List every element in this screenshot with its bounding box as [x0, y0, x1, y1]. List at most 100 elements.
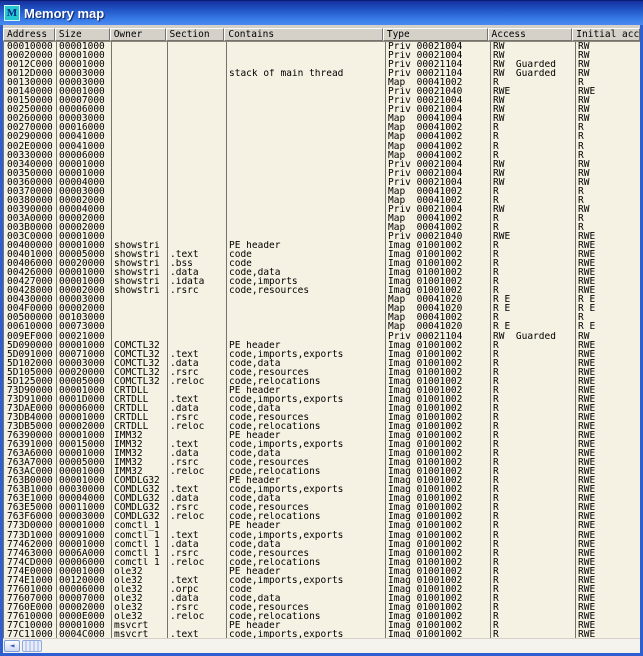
cell-access: R	[490, 476, 575, 485]
table-row[interactable]: 0035000000001000Priv 00021004RWRW	[4, 169, 640, 178]
table-row[interactable]: 0015000000007000Priv 00021004RWRW	[4, 96, 640, 105]
cell-contains	[226, 60, 385, 69]
table-row[interactable]: 73DB500000002000CRTDLL.reloccode,relocat…	[4, 422, 640, 431]
cell-owner	[111, 223, 167, 232]
column-header-size[interactable]: Size	[55, 28, 110, 41]
table-row[interactable]: 7760700000007000ole32.datacode,dataImag …	[4, 594, 640, 603]
table-row[interactable]: 0012D00000003000stack of main threadPriv…	[4, 69, 640, 78]
table-row[interactable]: 774E100000120000ole32.textcode,imports,e…	[4, 576, 640, 585]
scrollbar-thumb[interactable]	[22, 640, 42, 652]
column-header-initial_access[interactable]: Initial acc	[572, 28, 640, 41]
table-row[interactable]: 763B100000030000COMDLG32.textcode,import…	[4, 485, 640, 494]
column-header-address[interactable]: Address	[3, 28, 55, 41]
cell-section	[167, 114, 226, 123]
table-row[interactable]: 004F000000002000Map 00041020R ER E	[4, 304, 640, 313]
column-header-type[interactable]: Type	[383, 28, 488, 41]
table-row[interactable]: 0036000000004000Priv 00021004RWRW	[4, 178, 640, 187]
table-row[interactable]: 003A000000002000Map 00041002RR	[4, 214, 640, 223]
cell-owner	[111, 60, 167, 69]
table-row[interactable]: 77C1000000001000msvcrtPE headerImag 0100…	[4, 621, 640, 630]
table-row[interactable]: 7760100000006000ole32.orpccodeImag 01001…	[4, 585, 640, 594]
table-row[interactable]: 763F600000003000COMDLG32.reloccode,reloc…	[4, 512, 640, 521]
table-row[interactable]: 763B000000001000COMDLG32PE headerImag 01…	[4, 476, 640, 485]
table-row[interactable]: 0043000000003000Map 00041020R ER E	[4, 295, 640, 304]
column-header-owner[interactable]: Owner	[110, 28, 166, 41]
table-row[interactable]: 0013000000003000Map 00041002RR	[4, 78, 640, 87]
table-row[interactable]: 776100000000E000ole32.reloccode,relocati…	[4, 612, 640, 621]
table-row[interactable]: 77C110000004C000msvcrt.textcode,imports,…	[4, 630, 640, 638]
cell-size: 0000E000	[56, 612, 111, 621]
cell-owner: showstri	[111, 241, 167, 250]
table-row[interactable]: 0061000000073000Map 00041020R ER E	[4, 322, 640, 331]
cell-address: 77462000	[4, 540, 56, 549]
cell-section	[167, 60, 226, 69]
table-row[interactable]: 0040100000005000showstri.textcodeImag 01…	[4, 250, 640, 259]
memory-table-body[interactable]: 0001000000001000Priv 00021004RWRW0002000…	[3, 42, 640, 638]
table-row[interactable]: 009EF00000021000Priv 00021104RW GuardedR…	[4, 332, 640, 341]
cell-size: 00001000	[56, 160, 111, 169]
cell-section	[167, 313, 226, 322]
table-row[interactable]: 0042700000001000showstri.idatacode,impor…	[4, 277, 640, 286]
table-row[interactable]: 0012C00000001000Priv 00021104RW GuardedR…	[4, 60, 640, 69]
cell-owner	[111, 114, 167, 123]
table-row[interactable]: 0025000000006000Priv 00021004RWRW	[4, 105, 640, 114]
column-header-access[interactable]: Access	[488, 28, 573, 41]
cell-access: R	[490, 395, 575, 404]
table-row[interactable]: 0050000000103000Map 00041002RR	[4, 313, 640, 322]
table-row[interactable]: 73DAE00000006000CRTDLL.datacode,dataImag…	[4, 404, 640, 413]
table-row[interactable]: 0040000000001000showstriPE headerImag 01…	[4, 241, 640, 250]
table-row[interactable]: 763E100000004000COMDLG32.datacode,dataIm…	[4, 494, 640, 503]
cell-contains: code	[226, 259, 385, 268]
column-header-section[interactable]: Section	[166, 28, 225, 41]
table-row[interactable]: 7639000000001000IMM32PE headerImag 01001…	[4, 431, 640, 440]
table-row[interactable]: 774630000006A000comctl_1.rsrccode,resour…	[4, 549, 640, 558]
table-row[interactable]: 5D09100000071000COMCTL32.textcode,import…	[4, 350, 640, 359]
table-row[interactable]: 5D10200000003000COMCTL32.datacode,dataIm…	[4, 359, 640, 368]
table-row[interactable]: 5D10500000020000COMCTL32.rsrccode,resour…	[4, 368, 640, 377]
table-row[interactable]: 0039000000004000Priv 00021004RWRW	[4, 205, 640, 214]
table-row[interactable]: 0029000000041000Map 00041002RR	[4, 132, 640, 141]
window-body: AddressSizeOwnerSectionContainsTypeAcces…	[3, 25, 640, 653]
table-row[interactable]: 002E000000041000Map 00041002RR	[4, 142, 640, 151]
horizontal-scrollbar[interactable]: ◄	[3, 638, 640, 653]
table-row[interactable]: 0038000000002000Map 00041002RR	[4, 196, 640, 205]
column-header-contains[interactable]: Contains	[224, 28, 383, 41]
cell-contains	[226, 304, 385, 313]
table-row[interactable]: 773D000000001000comctl_1PE headerImag 01…	[4, 521, 640, 530]
table-row[interactable]: 0026000000003000Map 00041004RWRW	[4, 114, 640, 123]
table-row[interactable]: 774CD00000006000comctl_1.reloccode,reloc…	[4, 558, 640, 567]
cell-contains	[226, 187, 385, 196]
table-row[interactable]: 763A700000005000IMM32.rsrccode,resources…	[4, 458, 640, 467]
scroll-left-arrow-icon[interactable]: ◄	[4, 640, 20, 652]
table-row[interactable]: 7760E00000002000ole32.rsrccode,resources…	[4, 603, 640, 612]
table-row[interactable]: 0001000000001000Priv 00021004RWRW	[4, 42, 640, 51]
table-row[interactable]: 5D12500000005000COMCTL32.reloccode,reloc…	[4, 377, 640, 386]
memory-map-icon[interactable]: M	[5, 6, 19, 20]
table-row[interactable]: 5D09000000001000COMCTL32PE headerImag 01…	[4, 341, 640, 350]
table-row[interactable]: 773D100000091000comctl_1.textcode,import…	[4, 531, 640, 540]
table-row[interactable]: 73DB400000001000CRTDLL.rsrccode,resource…	[4, 413, 640, 422]
cell-initial_access: RW	[575, 96, 640, 105]
table-row[interactable]: 763A600000001000IMM32.datacode,dataImag …	[4, 449, 640, 458]
table-row[interactable]: 0042600000001000showstri.datacode,dataIm…	[4, 268, 640, 277]
table-row[interactable]: 7746200000001000comctl_1.datacode,dataIm…	[4, 540, 640, 549]
table-row[interactable]: 0040600000020000showstri.bsscodeImag 010…	[4, 259, 640, 268]
table-row[interactable]: 73D910000001D000CRTDLL.textcode,imports,…	[4, 395, 640, 404]
table-row[interactable]: 0027000000016000Map 00041002RR	[4, 123, 640, 132]
cell-size: 00001000	[56, 386, 111, 395]
table-row[interactable]: 003B000000002000Map 00041002RR	[4, 223, 640, 232]
cell-initial_access: RWE	[575, 585, 640, 594]
titlebar[interactable]: M Memory map	[0, 1, 643, 25]
table-row[interactable]: 0002000000001000Priv 00021004RWRW	[4, 51, 640, 60]
table-row[interactable]: 763E500000011000COMDLG32.rsrccode,resour…	[4, 503, 640, 512]
table-row[interactable]: 0034000000001000Priv 00021004RWRW	[4, 160, 640, 169]
table-row[interactable]: 0042800000002000showstri.rsrccode,resour…	[4, 286, 640, 295]
table-row[interactable]: 0037000000003000Map 00041002RR	[4, 187, 640, 196]
table-row[interactable]: 73D9000000001000CRTDLLPE headerImag 0100…	[4, 386, 640, 395]
table-row[interactable]: 0014000000001000Priv 00021040RWERWE	[4, 87, 640, 96]
table-row[interactable]: 763AC00000001000IMM32.reloccode,relocati…	[4, 467, 640, 476]
table-row[interactable]: 003C000000001000Priv 00021040RWERWE	[4, 232, 640, 241]
table-row[interactable]: 0033000000006000Map 00041002RR	[4, 151, 640, 160]
table-row[interactable]: 774E000000001000ole32PE headerImag 01001…	[4, 567, 640, 576]
table-row[interactable]: 7639100000015000IMM32.textcode,imports,e…	[4, 440, 640, 449]
